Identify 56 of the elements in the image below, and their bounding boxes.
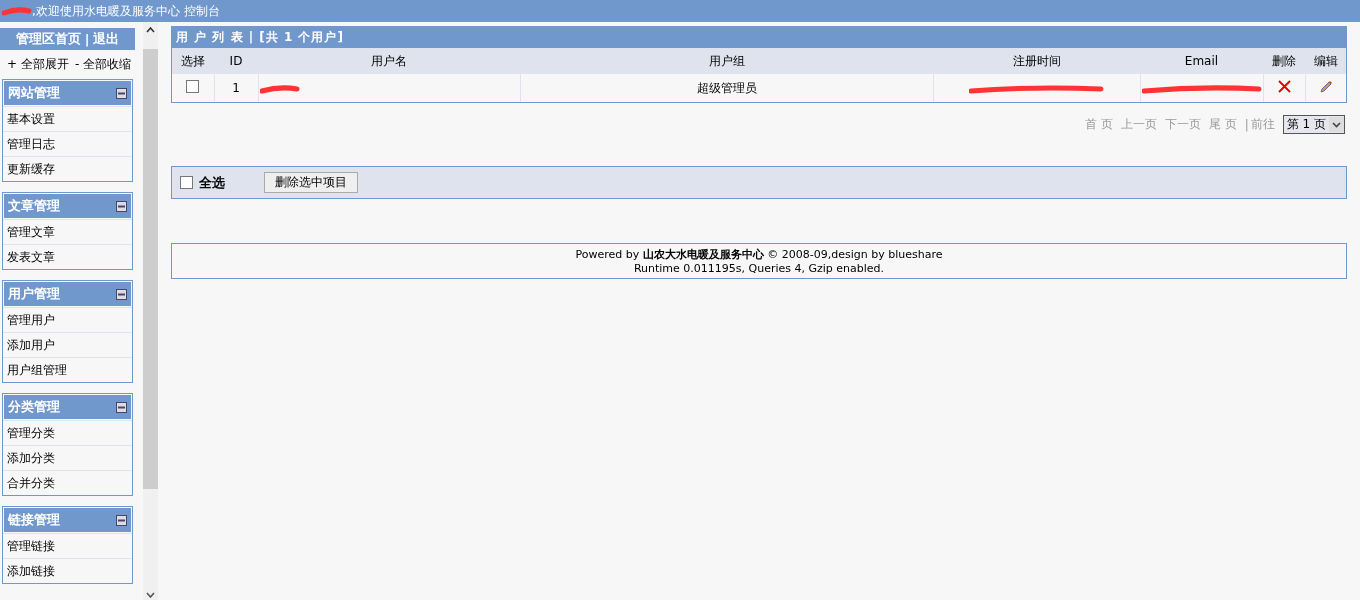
scroll-down-icon[interactable] bbox=[146, 592, 155, 598]
expand-all-link[interactable]: + 全部展开 bbox=[7, 56, 69, 73]
minus-icon[interactable] bbox=[116, 401, 127, 413]
menu-item[interactable]: 添加链接 bbox=[3, 558, 132, 583]
scroll-up-icon[interactable] bbox=[146, 27, 155, 33]
menu-item[interactable]: 管理链接 bbox=[3, 533, 132, 558]
footer-text: Runtime 0.011195s, Queries 4, Gzip enabled. bbox=[633, 262, 885, 275]
menu-group-title: 文章管理 bbox=[8, 197, 60, 215]
separator: | bbox=[84, 31, 90, 47]
page-title: ,欢迎使用水电暖及服务中心 控制台 bbox=[32, 2, 220, 20]
menu-item[interactable]: 管理日志 bbox=[3, 131, 132, 156]
column-header: 用户组 bbox=[520, 48, 933, 74]
menu-group-title: 用户管理 bbox=[8, 285, 60, 303]
column-header: 注册时间 bbox=[933, 48, 1140, 74]
menu-group-title: 链接管理 bbox=[8, 511, 60, 529]
column-header: Email bbox=[1140, 48, 1263, 74]
goto-label: 前往 bbox=[1250, 116, 1275, 133]
menu-group-title: 网站管理 bbox=[8, 84, 60, 102]
dropdown-icon bbox=[1329, 117, 1344, 132]
select-all-label: 全选 bbox=[199, 173, 225, 192]
menu-item[interactable]: 添加用户 bbox=[3, 332, 132, 357]
menu-item[interactable]: 合并分类 bbox=[3, 470, 132, 495]
menu-item[interactable]: 更新缓存 bbox=[3, 156, 132, 181]
select-all-checkbox[interactable] bbox=[180, 176, 193, 189]
column-header: 用户名 bbox=[258, 48, 520, 74]
row-checkbox[interactable] bbox=[186, 80, 200, 93]
delete-icon[interactable] bbox=[1277, 80, 1291, 93]
column-header: 编辑 bbox=[1305, 48, 1346, 74]
delete-selected-button[interactable]: 删除选中项目 bbox=[264, 172, 358, 193]
menu-item[interactable]: 添加分类 bbox=[3, 445, 132, 470]
collapse-all-link[interactable]: - 全部收缩 bbox=[74, 56, 132, 73]
minus-icon[interactable] bbox=[116, 87, 127, 99]
menu-item[interactable]: 管理用户 bbox=[3, 307, 132, 332]
menu-item[interactable]: 管理分类 bbox=[3, 420, 132, 445]
scrollbar[interactable] bbox=[143, 22, 158, 600]
menu-item[interactable]: 发表文章 bbox=[3, 244, 132, 269]
minus-icon[interactable] bbox=[116, 514, 127, 526]
column-header: 删除 bbox=[1263, 48, 1305, 74]
table-cell: 超级管理员 bbox=[520, 74, 933, 102]
table-cell: 1 bbox=[214, 74, 258, 102]
menu-group-title: 分类管理 bbox=[8, 398, 60, 416]
redaction-mark bbox=[259, 83, 300, 94]
scroll-thumb[interactable] bbox=[143, 49, 158, 489]
minus-icon[interactable] bbox=[116, 288, 127, 300]
footer-text: Powered by 山农大水电暖及服务中心 © 2008-09,design by blueshare bbox=[575, 247, 943, 262]
page-select[interactable]: 第 1 页 bbox=[1282, 115, 1345, 134]
panel-title: 用 户 列 表 | [共 1 个用户] bbox=[172, 27, 1346, 48]
menu-item[interactable]: 基本设置 bbox=[3, 106, 132, 131]
column-header: ID bbox=[214, 48, 258, 74]
column-header: 选择 bbox=[172, 48, 214, 74]
redaction-mark bbox=[2, 6, 32, 16]
menu-item[interactable]: 管理文章 bbox=[3, 219, 132, 244]
menu-item[interactable]: 用户组管理 bbox=[3, 357, 132, 382]
separator: | bbox=[1244, 117, 1249, 132]
pencil-icon[interactable] bbox=[1318, 79, 1333, 94]
minus-icon[interactable] bbox=[116, 200, 127, 212]
